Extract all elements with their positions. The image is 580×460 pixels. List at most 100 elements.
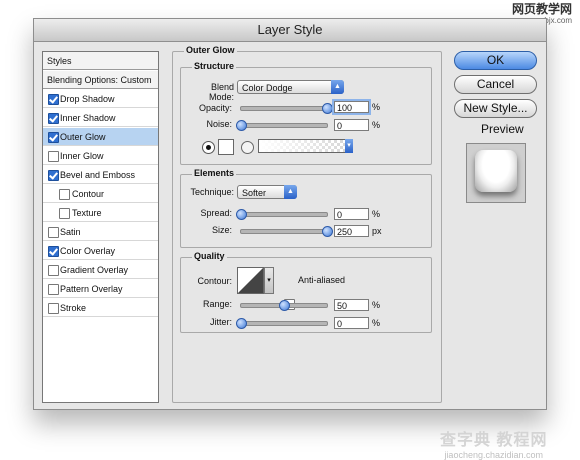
styles-list: Styles Blending Options: Custom Drop Sha… xyxy=(42,51,159,403)
opacity-slider[interactable] xyxy=(240,103,333,114)
select-arrows-icon: ▲ xyxy=(331,80,344,94)
style-item[interactable]: Stroke xyxy=(43,299,158,317)
watermark-bottom-url: jiaocheng.chazidian.com xyxy=(444,450,543,460)
noise-unit: % xyxy=(372,120,381,130)
style-item[interactable]: Drop Shadow xyxy=(43,90,158,108)
opacity-slider-thumb[interactable] xyxy=(322,103,333,114)
style-item-checkbox[interactable] xyxy=(48,113,59,124)
style-item-checkbox[interactable] xyxy=(59,208,70,219)
style-item[interactable]: Inner Shadow xyxy=(43,109,158,127)
style-item-label: Stroke xyxy=(60,303,87,313)
contour-picker[interactable] xyxy=(237,267,264,294)
jitter-label: Jitter: xyxy=(209,317,232,327)
technique-label: Technique: xyxy=(190,187,234,197)
style-item-label: Inner Glow xyxy=(60,151,104,161)
size-label: Size: xyxy=(211,225,232,235)
dialog-title: Layer Style xyxy=(34,19,546,42)
jitter-slider[interactable] xyxy=(236,318,328,329)
range-slider-thumb[interactable] xyxy=(279,300,290,311)
style-item-checkbox[interactable] xyxy=(48,151,59,162)
style-item[interactable]: Gradient Overlay xyxy=(43,261,158,279)
technique-select[interactable]: Softer ▲ xyxy=(237,185,297,199)
glow-gradient-picker[interactable]: ▾ xyxy=(258,139,353,153)
style-item-checkbox[interactable] xyxy=(48,303,59,314)
opacity-unit: % xyxy=(372,102,381,112)
jitter-slider-thumb[interactable] xyxy=(236,318,247,329)
style-item[interactable]: Color Overlay xyxy=(43,242,158,260)
layer-style-dialog: Layer Style Styles Blending Options: Cus… xyxy=(33,18,547,410)
style-item-checkbox[interactable] xyxy=(48,132,59,143)
glow-color-swatch[interactable] xyxy=(218,139,234,155)
quality-title: Quality xyxy=(192,251,227,261)
range-slider[interactable] xyxy=(240,300,328,311)
style-item-checkbox[interactable] xyxy=(48,284,59,295)
blend-mode-label: Blend Mode: xyxy=(208,82,234,102)
outer-glow-title: Outer Glow xyxy=(184,45,237,55)
jitter-unit: % xyxy=(372,318,381,328)
style-item-label: Gradient Overlay xyxy=(60,265,129,275)
style-item-label: Pattern Overlay xyxy=(60,284,123,294)
technique-value: Softer xyxy=(242,188,267,198)
style-item[interactable]: Satin xyxy=(43,223,158,241)
watermark-bottom-text: 查字典 教程网 xyxy=(440,432,548,449)
style-item-checkbox[interactable] xyxy=(48,170,59,181)
style-item[interactable]: Inner Glow xyxy=(43,147,158,165)
style-item-checkbox[interactable] xyxy=(59,189,70,200)
anti-aliased-label: Anti-aliased xyxy=(298,275,346,285)
opacity-label: Opacity: xyxy=(198,103,232,113)
solid-color-radio[interactable] xyxy=(202,141,215,154)
noise-field[interactable]: 0 xyxy=(334,119,369,131)
style-item[interactable]: Texture xyxy=(43,204,158,222)
noise-label: Noise: xyxy=(206,119,232,129)
cancel-button[interactable]: Cancel xyxy=(454,75,537,94)
style-item-label: Drop Shadow xyxy=(60,94,115,104)
gradient-dropdown-icon: ▾ xyxy=(345,139,353,153)
range-unit: % xyxy=(372,300,381,310)
style-item-label: Outer Glow xyxy=(60,132,106,142)
spread-slider-thumb[interactable] xyxy=(236,209,247,220)
contour-label: Contour: xyxy=(197,276,232,286)
opacity-field[interactable]: 100 xyxy=(332,99,371,115)
styles-header[interactable]: Styles xyxy=(43,52,158,70)
style-item[interactable]: Contour xyxy=(43,185,158,203)
contour-curve-icon xyxy=(238,268,263,293)
gradient-radio[interactable] xyxy=(241,141,254,154)
style-item-checkbox[interactable] xyxy=(48,94,59,105)
style-item-label: Bevel and Emboss xyxy=(60,170,136,180)
style-item-label: Contour xyxy=(72,189,105,199)
style-item-checkbox[interactable] xyxy=(48,246,59,257)
style-item-checkbox[interactable] xyxy=(48,265,59,276)
select-arrows-icon: ▲ xyxy=(284,185,297,199)
preview-swatch xyxy=(475,150,517,192)
style-item-label: Inner Shadow xyxy=(60,113,116,123)
blend-mode-value: Color Dodge xyxy=(242,83,293,93)
blend-mode-select[interactable]: Color Dodge ▲ xyxy=(237,80,344,94)
structure-title: Structure xyxy=(192,61,237,71)
blending-options-item[interactable]: Blending Options: Custom xyxy=(43,71,158,89)
range-label: Range: xyxy=(202,299,232,309)
style-item[interactable]: Bevel and Emboss xyxy=(43,166,158,184)
contour-dropdown-icon[interactable]: ▾ xyxy=(264,267,274,294)
style-item[interactable]: Pattern Overlay xyxy=(43,280,158,298)
size-slider[interactable] xyxy=(240,226,333,237)
style-item-label: Color Overlay xyxy=(60,246,116,256)
noise-slider[interactable] xyxy=(236,120,328,131)
size-field[interactable]: 250 xyxy=(334,225,369,237)
preview-label: Preview xyxy=(481,122,524,136)
range-field[interactable]: 50 xyxy=(334,299,369,311)
spread-slider[interactable] xyxy=(236,209,328,220)
noise-slider-thumb[interactable] xyxy=(236,120,247,131)
spread-unit: % xyxy=(372,209,381,219)
preview-thumbnail xyxy=(466,143,526,203)
style-item-checkbox[interactable] xyxy=(48,227,59,238)
watermark-bottom: 查字典 教程网 jiaocheng.chazidian.com xyxy=(440,426,547,460)
ok-button[interactable]: OK xyxy=(454,51,537,70)
spread-field[interactable]: 0 xyxy=(334,208,369,220)
spread-label: Spread: xyxy=(200,208,232,218)
style-item[interactable]: Outer Glow xyxy=(43,128,158,146)
jitter-field[interactable]: 0 xyxy=(334,317,369,329)
size-slider-thumb[interactable] xyxy=(322,226,333,237)
elements-title: Elements xyxy=(192,168,237,178)
new-style-button[interactable]: New Style... xyxy=(454,99,537,118)
size-unit: px xyxy=(372,226,382,236)
